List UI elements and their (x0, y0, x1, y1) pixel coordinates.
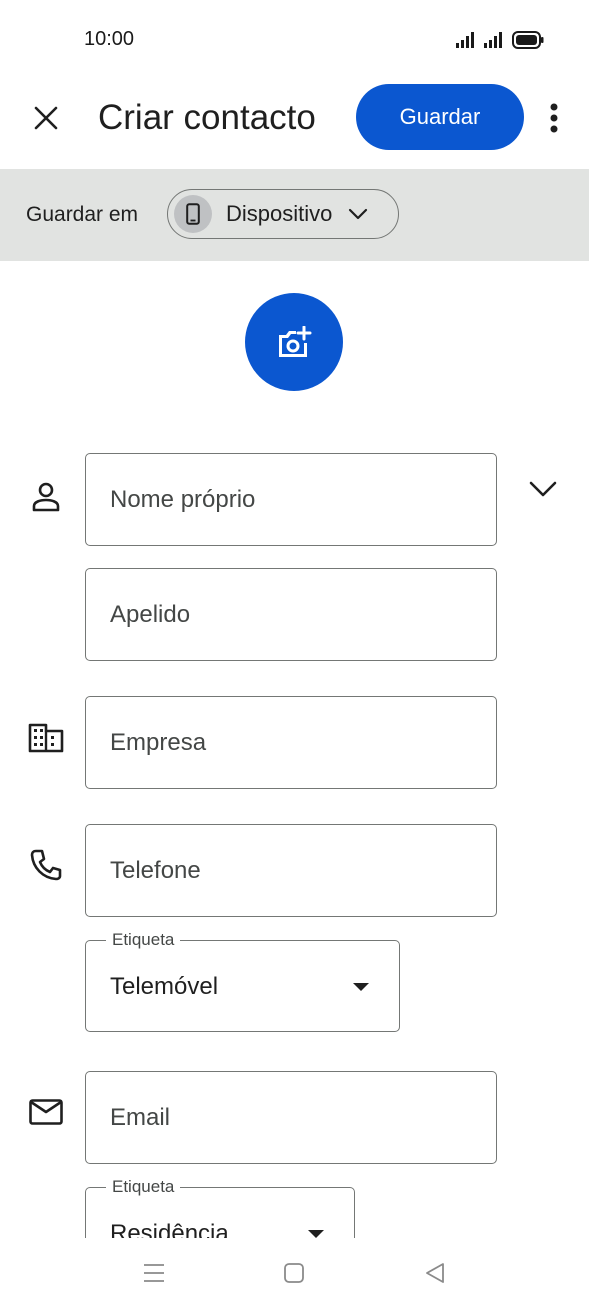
phone-field[interactable] (85, 824, 497, 917)
phone-label-value: Telemóvel (110, 973, 219, 1000)
signal-icon (456, 32, 474, 48)
more-options-button[interactable] (534, 94, 574, 142)
page-title: Criar contacto (98, 98, 316, 137)
person-icon (26, 477, 66, 517)
chevron-down-icon (348, 208, 368, 220)
home-button[interactable] (274, 1256, 314, 1290)
app-bar: Criar contacto Guardar (0, 72, 589, 168)
phone-label-select[interactable]: Etiqueta Telemóvel (85, 930, 400, 1032)
phone-label-legend: Etiqueta (106, 930, 181, 950)
back-icon (426, 1263, 444, 1283)
battery-icon (512, 31, 544, 49)
account-selector-chip[interactable]: Dispositivo (167, 189, 399, 239)
add-photo-icon (279, 326, 312, 357)
account-name: Dispositivo (226, 201, 333, 226)
menu-icon (144, 1264, 164, 1282)
first-name-field[interactable] (85, 453, 497, 546)
company-input[interactable] (110, 697, 472, 788)
system-nav-bar (0, 1238, 589, 1309)
back-button[interactable] (415, 1256, 455, 1290)
company-field[interactable] (85, 696, 497, 789)
recents-button[interactable] (134, 1256, 174, 1290)
chevron-down-icon (529, 481, 557, 497)
dropdown-arrow-icon (353, 983, 369, 991)
close-button[interactable] (24, 96, 68, 140)
email-field[interactable] (85, 1071, 497, 1164)
save-to-label: Guardar em (26, 203, 139, 226)
expand-name-button[interactable] (522, 468, 564, 510)
business-icon (26, 718, 66, 758)
phone-icon (26, 845, 66, 885)
phone-input[interactable] (110, 825, 472, 916)
phone-device-icon (186, 203, 200, 225)
dropdown-arrow-icon (308, 1230, 324, 1238)
close-icon (34, 106, 58, 130)
save-to-bar: Guardar em Dispositivo (0, 169, 589, 261)
save-button[interactable]: Guardar (356, 84, 524, 150)
more-vert-icon (550, 103, 558, 133)
email-icon (26, 1092, 66, 1132)
first-name-input[interactable] (110, 454, 472, 545)
add-photo-button[interactable] (245, 293, 343, 391)
email-label-legend: Etiqueta (106, 1177, 181, 1197)
status-time: 10:00 (84, 28, 135, 50)
last-name-input[interactable] (110, 569, 472, 660)
device-avatar (174, 195, 212, 233)
last-name-field[interactable] (85, 568, 497, 661)
status-bar: 10:00 (0, 0, 589, 70)
status-icons (456, 28, 544, 52)
email-input[interactable] (110, 1072, 472, 1163)
signal-icon (484, 32, 502, 48)
home-icon (284, 1263, 304, 1283)
